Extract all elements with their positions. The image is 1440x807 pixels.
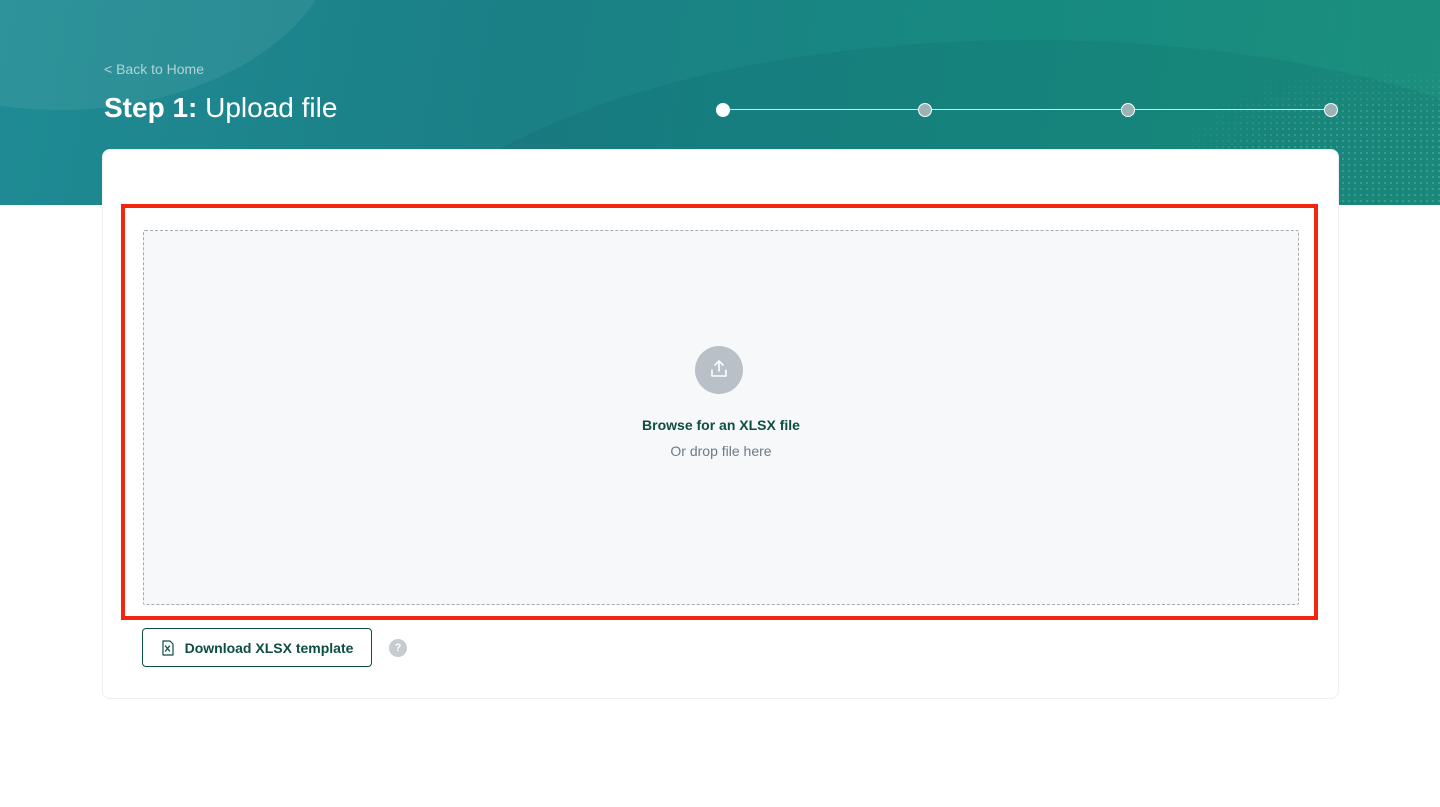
- help-icon[interactable]: ?: [389, 639, 407, 657]
- download-template-label: Download XLSX template: [184, 639, 354, 656]
- step-3-dot: [1121, 103, 1135, 117]
- progress-stepper: [716, 103, 1338, 117]
- step-4-dot: [1324, 103, 1338, 117]
- browse-file-link[interactable]: Browse for an XLSX file: [144, 417, 1298, 433]
- page-title: Step 1: Upload file: [104, 90, 337, 126]
- upload-page: < Back to Home Step 1: Upload file Brows…: [0, 0, 1440, 807]
- drop-file-hint: Or drop file here: [670, 443, 772, 459]
- back-to-home-link[interactable]: < Back to Home: [104, 61, 204, 77]
- title-step-name: Upload file: [197, 92, 338, 123]
- step-2-dot: [918, 103, 932, 117]
- stepper-line: [723, 109, 1331, 110]
- excel-file-icon: [161, 639, 175, 656]
- step-1-dot: [716, 103, 730, 117]
- upload-icon: [695, 346, 743, 394]
- download-xlsx-template-button[interactable]: Download XLSX template: [142, 628, 372, 667]
- title-step-number: Step 1:: [104, 92, 198, 123]
- file-dropzone[interactable]: Browse for an XLSX file Or drop file her…: [143, 230, 1299, 605]
